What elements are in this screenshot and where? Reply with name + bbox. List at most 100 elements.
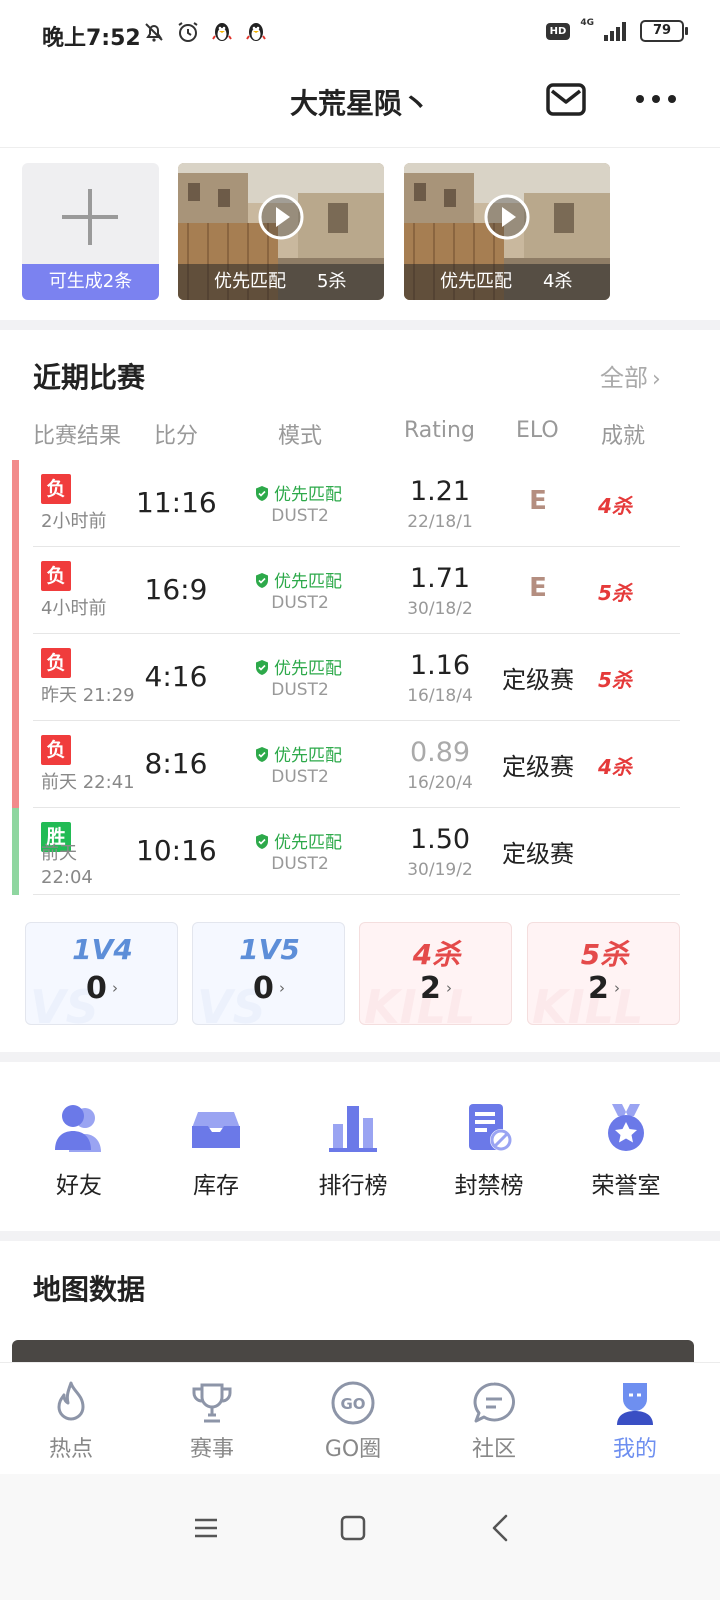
shield-icon [256,573,268,588]
match-row[interactable]: 负 4小时前 16:9 优先匹配 DUST2 1.71 30/18/2 E 5杀 [0,547,720,634]
nav-me[interactable]: 我的 [585,1379,685,1463]
highlight-video-card[interactable]: 优先匹配 4杀 [404,163,610,300]
match-mode: 优先匹配 [254,480,342,505]
match-rating: 1.16 [409,650,471,681]
match-score: 8:16 [144,747,208,780]
play-icon [258,194,304,240]
chevron-right-icon: › [652,367,661,392]
match-map: DUST2 [271,680,329,700]
quick-menu-honor-room[interactable]: 荣誉室 [571,1102,681,1200]
match-time: 4小时前 [41,598,107,619]
nav-hot[interactable]: 热点 [21,1379,121,1463]
stat-label: 4杀 [412,938,461,971]
battery-indicator: 79 [640,20,688,42]
more-options-icon[interactable] [634,84,678,114]
match-mode: 优先匹配 [254,654,342,679]
match-kda: 16/18/4 [407,686,473,706]
system-nav-bar [0,1474,720,1600]
nav-community[interactable]: 社区 [444,1379,544,1463]
highlight-videos: 可生成2条 优先匹配 5杀 优先匹配 4杀 [0,150,720,322]
video-caption: 优先匹配 5杀 [178,264,384,300]
nav-label: 我的 [612,1437,657,1462]
go-circle-icon: GO [331,1381,375,1425]
profile-icon [617,1383,653,1425]
mail-icon[interactable] [546,82,586,118]
stat-card-1v5[interactable]: VS 1V5 0 › [192,922,345,1025]
match-row[interactable]: 胜 前天 22:04 10:16 优先匹配 DUST2 1.50 30/19/2… [0,808,720,895]
match-elo: 定级赛 [502,840,574,868]
video-caption: 优先匹配 4杀 [404,264,610,300]
video-kills: 5杀 [317,271,347,292]
stat-card-1v4[interactable]: VS 1V4 0 › [25,922,178,1025]
menu-icon[interactable] [186,1508,226,1548]
column-header: Rating [404,418,475,443]
shield-icon [256,486,268,501]
match-elo: E [529,486,547,516]
profile-header: 大荒星陨丶 [0,70,720,148]
generate-label: 可生成2条 [22,264,159,300]
achievement-badge: 5杀 [598,581,632,605]
back-icon[interactable] [482,1508,522,1548]
stat-card-5-kill[interactable]: KILL 5杀 2 › [527,922,680,1025]
page-title: 大荒星陨丶 [289,87,430,120]
match-kda: 22/18/1 [407,512,473,532]
leaderboard-icon [329,1106,377,1152]
view-all-link[interactable]: 全部 › [600,358,661,393]
match-rating: 0.89 [409,737,471,768]
match-mode: 优先匹配 [254,567,342,592]
match-score: 10:16 [136,834,217,867]
svg-text:GO: GO [340,1395,365,1413]
result-badge: 负 [41,735,71,765]
qq-penguin-icon [246,23,266,41]
caret-right-icon: › [112,979,118,997]
inventory-box-icon [192,1112,240,1148]
quick-menu-inventory[interactable]: 库存 [161,1102,271,1200]
match-row[interactable]: 负 昨天 21:29 4:16 优先匹配 DUST2 1.16 16/18/4 … [0,634,720,721]
match-mode-label: 优先匹配 [274,659,342,679]
video-kills: 4杀 [543,271,573,292]
match-rating: 1.71 [409,563,471,594]
quick-menu: 好友 库存 排行榜 封禁榜 荣誉室 [0,1072,720,1222]
stat-card-4-kill[interactable]: KILL 4杀 2 › [359,922,512,1025]
result-side-bar [12,808,19,895]
quick-menu-friends[interactable]: 好友 [24,1102,134,1200]
status-icons-left [142,20,268,44]
quick-menu-label: 排行榜 [318,1173,388,1199]
match-list: 负 2小时前 11:16 优先匹配 DUST2 1.21 22/18/1 E 4… [0,460,720,895]
match-row[interactable]: 负 前天 22:41 8:16 优先匹配 DUST2 0.89 16/20/4 … [0,721,720,808]
video-mode: 优先匹配 [214,271,286,292]
section-divider [0,320,720,330]
match-time: 前天 22:04 [41,843,93,888]
column-header: 比赛结果 [33,424,122,449]
match-mode: 优先匹配 [254,741,342,766]
mute-bell-icon [145,23,163,42]
result-side-bar [12,721,19,808]
quick-menu-label: 好友 [56,1173,102,1199]
result-badge: 负 [41,561,71,591]
match-time: 昨天 21:29 [41,685,135,706]
flame-icon [57,1381,85,1421]
highlight-video-card[interactable]: 优先匹配 5杀 [178,163,384,300]
match-time: 前天 22:41 [41,772,135,793]
shield-icon [256,660,268,675]
generate-highlight-button[interactable]: 可生成2条 [22,163,159,300]
stat-label: 5杀 [580,938,629,971]
match-kda: 16/20/4 [407,773,473,793]
network-type: 4G [580,18,594,28]
match-row[interactable]: 负 2小时前 11:16 优先匹配 DUST2 1.21 22/18/1 E 4… [0,460,720,547]
caret-right-icon: › [279,979,285,997]
chat-icon [473,1382,515,1423]
home-square-icon[interactable] [333,1508,373,1548]
result-side-bar [12,547,19,634]
caret-right-icon: › [614,979,620,997]
section-divider [0,1231,720,1241]
quick-menu-ban-list[interactable]: 封禁榜 [434,1102,544,1200]
match-rating: 1.21 [409,476,471,507]
quick-menu-leaderboard[interactable]: 排行榜 [298,1102,408,1200]
nav-go-circle[interactable]: GO GO圈 [303,1379,403,1463]
match-map: DUST2 [271,506,329,526]
stat-value: 2 [588,971,609,1006]
match-score: 16:9 [144,573,208,606]
nav-events[interactable]: 赛事 [162,1379,262,1463]
column-header: 成就 [601,424,646,449]
